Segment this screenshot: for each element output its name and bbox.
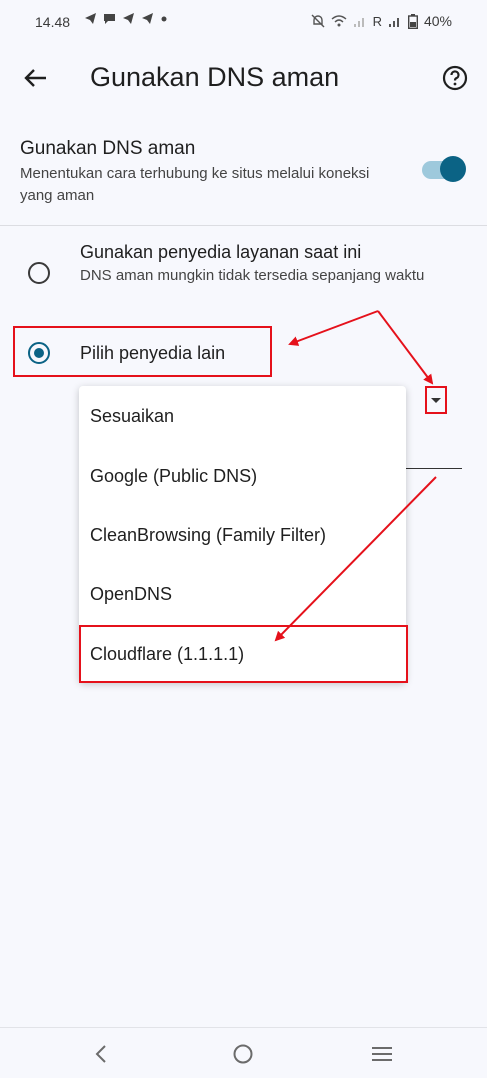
secure-dns-setting[interactable]: Gunakan DNS aman Menentukan cara terhubu…: [0, 128, 487, 224]
setting-description: Menentukan cara terhubung ke situs melal…: [20, 165, 370, 204]
annotation-box-other-provider: [13, 326, 272, 377]
app-bar: Gunakan DNS aman: [0, 52, 487, 108]
menu-item-label: OpenDNS: [90, 584, 173, 604]
secure-dns-toggle[interactable]: [420, 156, 466, 182]
wifi-icon: [331, 15, 347, 27]
chevron-left-icon[interactable]: [90, 1042, 114, 1066]
toggle-thumb: [440, 156, 466, 182]
provider-field-underline: [405, 468, 462, 469]
menu-item-label: Google (Public DNS): [90, 466, 258, 486]
option-title: Gunakan penyedia layanan saat ini: [80, 242, 362, 262]
status-right: R 40%: [311, 13, 452, 29]
annotation-box-cloudflare: [79, 625, 408, 683]
telegram-icon: [85, 13, 96, 24]
status-bar: 14.48 R 40%: [0, 0, 487, 44]
caret-down-icon[interactable]: [425, 386, 447, 414]
help-circle-icon: [442, 65, 468, 91]
status-time: 14.48: [35, 14, 71, 30]
menu-item-sesuaikan[interactable]: Sesuaikan: [79, 386, 406, 445]
system-nav-bar: [0, 1027, 487, 1078]
back-button[interactable]: [18, 60, 54, 96]
notification-icons: [84, 12, 168, 25]
chat-icon: [104, 14, 115, 24]
carrier-indicator: R: [372, 13, 382, 29]
arrow-left-icon: [24, 69, 46, 87]
page-title: Gunakan DNS aman: [90, 62, 340, 92]
mute-icon: [311, 14, 325, 28]
menu-item-google[interactable]: Google (Public DNS): [79, 446, 406, 505]
battery-percent: 40%: [423, 13, 452, 29]
telegram-icon: [142, 13, 153, 24]
help-button[interactable]: [441, 64, 469, 92]
divider: [0, 225, 487, 226]
signal-icon: [353, 18, 364, 27]
radio-option-current-provider[interactable]: Gunakan penyedia layanan saat ini DNS am…: [0, 232, 487, 312]
dot-icon: [161, 16, 167, 22]
menu-item-label: CleanBrowsing (Family Filter): [90, 525, 327, 545]
telegram-icon: [123, 13, 134, 24]
menu-lines-icon[interactable]: [370, 1042, 394, 1066]
battery-icon: [407, 13, 418, 29]
setting-title: Gunakan DNS aman: [20, 138, 196, 159]
radio-button[interactable]: [28, 262, 50, 284]
circle-home-icon[interactable]: [231, 1042, 255, 1066]
menu-item-label: Sesuaikan: [90, 406, 175, 426]
menu-item-cleanbrowsing[interactable]: CleanBrowsing (Family Filter): [79, 505, 406, 564]
menu-item-opendns[interactable]: OpenDNS: [79, 564, 406, 623]
signal-icon: [388, 18, 399, 27]
option-description: DNS aman mungkin tidak tersedia sepanjan…: [80, 267, 425, 284]
